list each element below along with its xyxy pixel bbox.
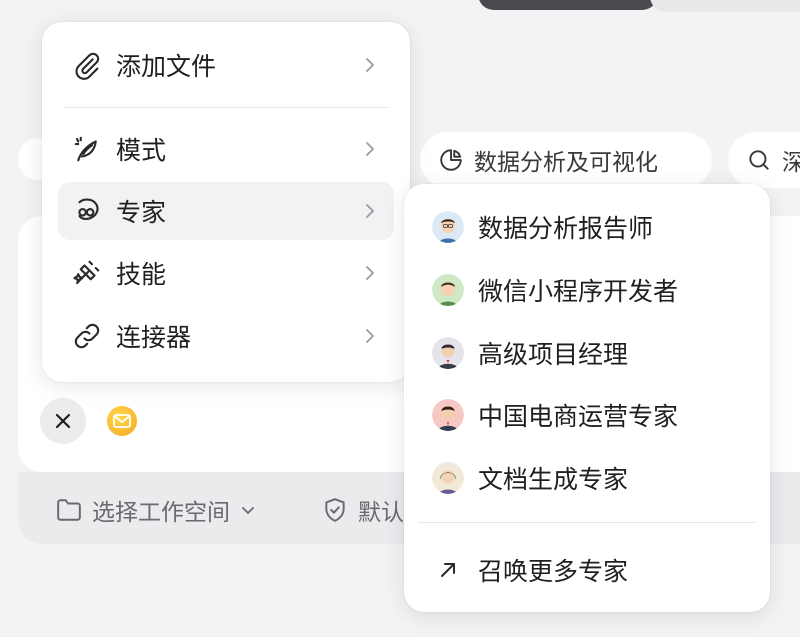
top-toolbar-area [650, 0, 800, 12]
chevron-right-icon [366, 58, 374, 72]
chevron-right-icon [366, 204, 374, 218]
link-icon [74, 323, 100, 349]
expert-label: 数据分析报告师 [478, 214, 654, 243]
skill-icon [73, 260, 100, 285]
expert-label: 文档生成专家 [478, 465, 629, 494]
expert-item-project-manager[interactable]: 高级项目经理 [420, 324, 754, 382]
chip-label: 数据分析及可视化 [474, 150, 658, 176]
pie-chart-icon [440, 149, 462, 171]
mail-icon[interactable] [107, 406, 137, 436]
close-icon [55, 413, 71, 429]
shield-check-icon [325, 498, 345, 522]
menu-item-label: 专家 [116, 198, 167, 227]
search-spark-icon [749, 150, 769, 170]
menu-item-mode[interactable]: 模式 [58, 120, 394, 178]
expert-item-ecommerce-expert[interactable]: 中国电商运营专家 [420, 386, 754, 444]
menu-item-add-file[interactable]: 添加文件 [58, 36, 394, 94]
menu-item-label: 技能 [116, 260, 167, 289]
feather-pen-icon [74, 136, 97, 162]
menu-item-label: 模式 [116, 136, 167, 165]
menu-item-skill[interactable]: 技能 [58, 244, 394, 302]
chevron-right-icon [366, 142, 374, 156]
expert-label: 中国电商运营专家 [478, 402, 679, 431]
expert-label: 高级项目经理 [478, 340, 629, 369]
expert-item-data-analyst[interactable]: 数据分析报告师 [420, 198, 754, 256]
paperclip-icon [75, 52, 100, 80]
arrow-up-right-icon [441, 563, 455, 577]
default-selector[interactable]: 默认 [322, 488, 412, 532]
avatar-ecommerce-expert [432, 399, 464, 431]
chip-deep[interactable]: 深 [728, 132, 800, 188]
avatar-document-expert [432, 462, 464, 494]
avatar-wechat-developer [432, 274, 464, 306]
menu-item-connector[interactable]: 连接器 [58, 307, 394, 365]
expert-submenu: 数据分析报告师 微信小程序开发者 高级项目经理 中国电商运营专家 文档生成专家 [404, 184, 770, 612]
chip-label: 深 [782, 150, 800, 176]
chevron-right-icon [366, 266, 374, 280]
avatar-project-manager [432, 337, 464, 369]
expert-item-wechat-developer[interactable]: 微信小程序开发者 [420, 261, 754, 319]
menu-divider [64, 107, 388, 108]
top-toolbar-pill [478, 0, 658, 10]
avatar-data-analyst [432, 211, 464, 243]
folder-icon [57, 499, 81, 521]
close-button[interactable] [40, 398, 86, 444]
summon-more-experts[interactable]: 召唤更多专家 [420, 541, 754, 599]
chip-data-analysis[interactable]: 数据分析及可视化 [420, 132, 712, 188]
workspace-selector[interactable]: 选择工作空间 [56, 488, 256, 532]
menu-item-label: 连接器 [116, 323, 192, 352]
submenu-divider [418, 522, 756, 523]
expert-label: 微信小程序开发者 [478, 277, 679, 306]
summon-label: 召唤更多专家 [478, 557, 629, 586]
add-menu: 添加文件 模式 专家 技能 连接器 [42, 22, 410, 382]
workspace-label: 选择工作空间 [92, 500, 230, 526]
menu-item-expert[interactable]: 专家 [58, 182, 394, 240]
expert-icon [78, 198, 99, 221]
chevron-down-icon [242, 507, 254, 514]
menu-item-label: 添加文件 [116, 52, 217, 81]
default-label: 默认 [358, 500, 404, 526]
chevron-right-icon [366, 329, 374, 343]
expert-item-document-expert[interactable]: 文档生成专家 [420, 449, 754, 507]
